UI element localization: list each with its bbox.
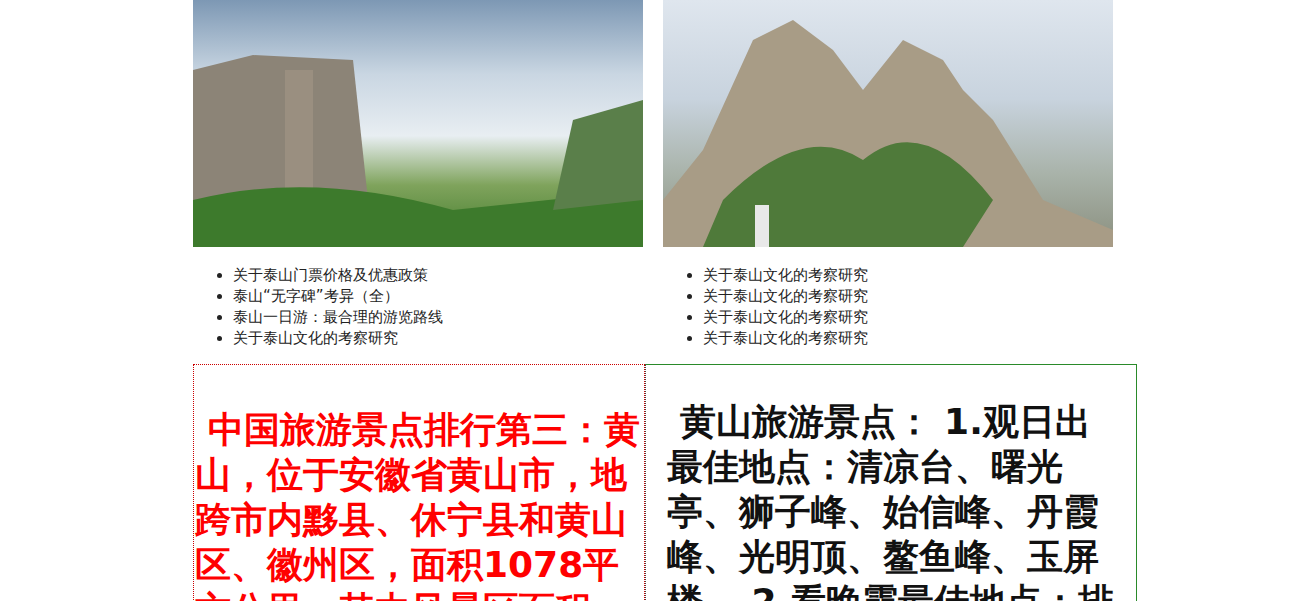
link-list: 关于泰山文化的考察研究关于泰山文化的考察研究关于泰山文化的考察研究关于泰山文化的… — [663, 265, 1113, 349]
article-link[interactable]: 关于泰山门票价格及优惠政策 — [233, 265, 643, 286]
top-row: 关于泰山门票价格及优惠政策泰山“无字碑”考异（全）泰山一日游：最合理的游览路线关… — [193, 0, 1137, 349]
article-link[interactable]: 关于泰山文化的考察研究 — [703, 265, 1113, 286]
article-link[interactable]: 关于泰山文化的考察研究 — [233, 328, 643, 349]
article-link[interactable]: 关于泰山文化的考察研究 — [703, 307, 1113, 328]
column: 关于泰山门票价格及优惠政策泰山“无字碑”考异（全）泰山一日游：最合理的游览路线关… — [193, 0, 643, 349]
photo[interactable] — [663, 0, 1113, 247]
article-link[interactable]: 关于泰山文化的考察研究 — [703, 286, 1113, 307]
text-panel: 中国旅游景点排行第三：黄山，位于安徽省黄山市，地跨市内黟县、休宁县和黄山区、徽州… — [193, 364, 645, 601]
column: 关于泰山文化的考察研究关于泰山文化的考察研究关于泰山文化的考察研究关于泰山文化的… — [663, 0, 1113, 349]
bottom-row: 中国旅游景点排行第三：黄山，位于安徽省黄山市，地跨市内黟县、休宁县和黄山区、徽州… — [193, 364, 1137, 601]
article-link[interactable]: 泰山一日游：最合理的游览路线 — [233, 307, 643, 328]
photo[interactable] — [193, 0, 643, 247]
link-list: 关于泰山门票价格及优惠政策泰山“无字碑”考异（全）泰山一日游：最合理的游览路线关… — [193, 265, 643, 349]
article-link[interactable]: 泰山“无字碑”考异（全） — [233, 286, 643, 307]
text-panel: 黄山旅游景点： 1.观日出最佳地点：清凉台、曙光亭、狮子峰、始信峰、丹霞峰、光明… — [645, 364, 1137, 601]
article-link[interactable]: 关于泰山文化的考察研究 — [703, 328, 1113, 349]
